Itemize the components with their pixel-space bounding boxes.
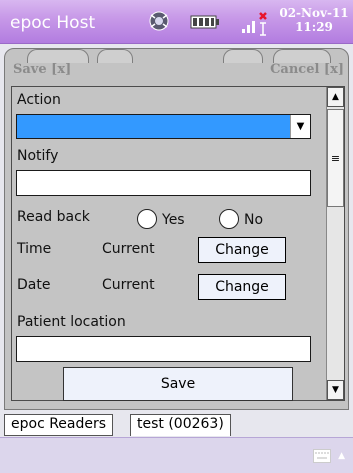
- tab-shape: [27, 49, 89, 63]
- time-change-button[interactable]: Change: [198, 237, 286, 263]
- title-bar: epoc Host 02-Nov-11 11:29: [0, 0, 353, 44]
- app-title[interactable]: epoc Host: [10, 13, 95, 33]
- tab-epoc-readers[interactable]: epoc Readers: [4, 414, 114, 436]
- date-label: Date: [17, 277, 51, 293]
- notify-field[interactable]: [16, 170, 311, 196]
- battery-icon[interactable]: [190, 13, 220, 31]
- time-text: 11:29: [295, 20, 333, 34]
- readback-label: Read back: [17, 209, 90, 225]
- readback-yes-label[interactable]: Yes: [162, 212, 185, 228]
- keyboard-icon[interactable]: [313, 449, 331, 463]
- clock[interactable]: 02-Nov-11 11:29: [278, 6, 350, 34]
- scrollbar[interactable]: ▲ ≡ ▼: [326, 87, 344, 400]
- tab-test[interactable]: test (00263): [130, 414, 231, 436]
- scroll-down-icon[interactable]: ▼: [327, 380, 344, 400]
- readback-no-label[interactable]: No: [244, 212, 263, 228]
- cancel-header-link[interactable]: Cancel [x]: [270, 62, 344, 77]
- form-tab-strip: [5, 49, 348, 63]
- form-window: Save [x] Cancel [x] Action ▼ Notify Read…: [4, 48, 349, 410]
- action-label: Action: [17, 92, 61, 108]
- menu-bar: ▲: [0, 437, 353, 473]
- save-header-link[interactable]: Save [x]: [13, 62, 71, 77]
- connectivity-icon[interactable]: [147, 9, 171, 33]
- chevron-down-icon[interactable]: ▼: [290, 115, 310, 138]
- time-value: Current: [102, 241, 155, 257]
- readback-yes-radio[interactable]: [137, 209, 157, 229]
- date-value: Current: [102, 277, 155, 293]
- notify-label: Notify: [17, 148, 59, 164]
- form-panel: Action ▼ Notify Read back Yes No Time Cu…: [11, 86, 345, 401]
- save-button[interactable]: Save: [63, 367, 293, 401]
- readback-no-radio[interactable]: [219, 209, 239, 229]
- bottom-tab-bar: epoc Readers test (00263): [0, 410, 353, 436]
- patient-location-label: Patient location: [17, 314, 126, 330]
- scroll-up-icon[interactable]: ▲: [327, 87, 344, 107]
- tab-shape: [97, 49, 133, 63]
- tab-shape: [273, 49, 331, 63]
- signal-icon[interactable]: [240, 9, 270, 37]
- date-change-button[interactable]: Change: [198, 274, 286, 300]
- tab-shape: [223, 49, 263, 63]
- time-label: Time: [17, 241, 52, 257]
- action-select[interactable]: ▼: [16, 114, 311, 139]
- patient-location-field[interactable]: [16, 336, 311, 362]
- scroll-thumb[interactable]: ≡: [327, 109, 344, 207]
- date-text: 02-Nov-11: [279, 6, 349, 20]
- input-menu-arrow-icon[interactable]: ▲: [338, 451, 345, 461]
